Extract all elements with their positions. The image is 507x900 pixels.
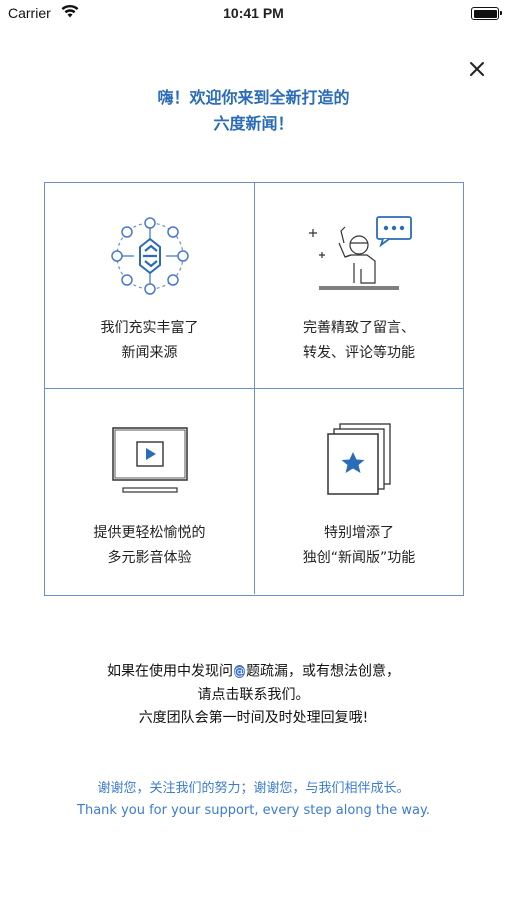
- feature-line: 转发、评论等功能: [303, 345, 415, 361]
- chat-bubble-icon[interactable]: @: [234, 665, 245, 678]
- feature-line: 独创“新闻版”功能: [302, 550, 416, 566]
- feature-line: 特别增添了: [324, 525, 394, 541]
- feedback-line1: 如果在使用中发现问@题疏漏，或有想法创意，: [0, 660, 507, 684]
- close-button[interactable]: [462, 54, 492, 84]
- feedback-text: 联系我们。: [239, 686, 310, 703]
- feature-line: 新闻来源: [121, 345, 178, 361]
- feature-text: 提供更轻松愉悦的 多元影音体验: [45, 521, 254, 571]
- feature-text: 完善精致了留言、 转发、评论等功能: [254, 316, 464, 366]
- feature-text: 我们充实丰富了 新闻来源: [45, 316, 254, 366]
- feedback-line3: 六度团队会第一时间及时处理回复哦!: [138, 709, 369, 726]
- welcome-title-line2: 六度新闻！: [213, 114, 294, 133]
- feature-line: 多元影音体验: [107, 550, 192, 566]
- thanks-zh: 谢谢您，关注我们的努力；谢谢您，与我们相伴成长。: [97, 781, 410, 796]
- battery-icon: [471, 7, 502, 20]
- feature-line: 完善精致了留言、: [303, 320, 415, 336]
- welcome-title-line1: 嗨！欢迎你来到全新打造的: [157, 88, 350, 107]
- feedback-line2: 请点击联系我们。: [0, 684, 507, 707]
- thanks-message: 谢谢您，关注我们的努力；谢谢您，与我们相伴成长。 Thank you for y…: [0, 778, 507, 822]
- feature-line: 我们充实丰富了: [100, 320, 199, 336]
- clock: 10:41 PM: [223, 5, 284, 21]
- feedback-text: 如果在使用中发现问: [107, 663, 233, 680]
- video-play-icon: [111, 427, 188, 493]
- feature-comments: 完善精致了留言、 转发、评论等功能: [254, 183, 464, 389]
- feature-text: 特别增添了 独创“新闻版”功能: [254, 521, 464, 571]
- feedback-message: 如果在使用中发现问@题疏漏，或有想法创意， 请点击联系我们。 六度团队会第一时间…: [0, 660, 507, 730]
- feature-news-edition: 特别增添了 独创“新闻版”功能: [254, 388, 464, 594]
- feature-grid: 我们充实丰富了 新闻来源 完善精致了留言、 转发、评论等功能 提供更轻松愉悦的 …: [44, 182, 464, 596]
- feedback-text: 题疏漏，或有想法创意，: [246, 663, 400, 680]
- speaker-chat-icon: [309, 216, 412, 290]
- status-bar: Carrier 10:41 PM: [0, 0, 507, 28]
- thanks-en: Thank you for your support, every step a…: [77, 803, 430, 818]
- star-cards-icon: [327, 423, 391, 495]
- feedback-text: 请点击: [197, 686, 240, 703]
- feature-line: 提供更轻松愉悦的: [93, 525, 206, 541]
- news-network-icon: [110, 217, 189, 295]
- close-icon: [470, 62, 484, 76]
- welcome-title: 嗨！欢迎你来到全新打造的 六度新闻！: [0, 85, 507, 137]
- feature-media: 提供更轻松愉悦的 多元影音体验: [45, 388, 255, 594]
- feature-news-sources: 我们充实丰富了 新闻来源: [45, 183, 255, 389]
